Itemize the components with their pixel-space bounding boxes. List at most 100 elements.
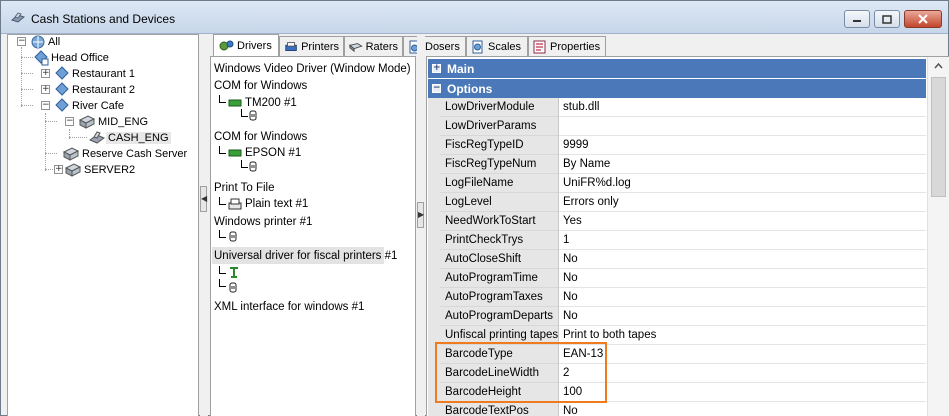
property-name: AutoProgramTime bbox=[440, 269, 559, 288]
driver-item-com-windows-1[interactable]: COM for Windows bbox=[214, 77, 307, 94]
device-item-tm200[interactable]: TM200 #1 bbox=[228, 95, 297, 111]
server-icon bbox=[64, 163, 82, 177]
tab-printers[interactable]: Printers bbox=[279, 36, 344, 56]
row-gutter bbox=[428, 117, 440, 136]
section-header-main[interactable]: + Main bbox=[428, 59, 926, 78]
tree-connector bbox=[219, 279, 226, 287]
expand-toggle[interactable]: + bbox=[54, 165, 63, 174]
driver-item-universal-fiscal[interactable]: Universal driver for fiscal printers #1 bbox=[212, 247, 397, 264]
tree-item-river-cafe[interactable]: River Cafe bbox=[54, 98, 126, 114]
property-row[interactable]: LowDriverModule stub.dll bbox=[428, 98, 926, 117]
device-item-plain-text[interactable]: Plain text #1 bbox=[228, 196, 308, 212]
property-value[interactable]: No bbox=[559, 250, 926, 269]
property-row[interactable]: NeedWorkToStart Yes bbox=[428, 212, 926, 231]
property-value[interactable]: 100 bbox=[559, 383, 926, 402]
scrollbar-thumb[interactable] bbox=[931, 77, 946, 197]
printer-icon bbox=[228, 198, 242, 209]
tree-item-reserve-cash-server[interactable]: Reserve Cash Server bbox=[62, 146, 189, 162]
collapse-toggle[interactable]: − bbox=[65, 117, 74, 126]
property-value[interactable]: By Name bbox=[559, 155, 926, 174]
property-value[interactable]: Errors only bbox=[559, 193, 926, 212]
collapse-icon[interactable]: − bbox=[432, 84, 441, 93]
tree-item-restaurant-2[interactable]: Restaurant 2 bbox=[54, 82, 137, 98]
tree-item-server2[interactable]: SERVER2 bbox=[64, 162, 137, 178]
minimize-button[interactable] bbox=[844, 10, 870, 28]
tree-connector bbox=[241, 109, 248, 117]
left-splitter[interactable]: ◀ bbox=[200, 34, 208, 416]
property-row[interactable]: AutoCloseShift No bbox=[428, 250, 926, 269]
collapse-toggle[interactable]: − bbox=[41, 101, 50, 110]
property-row[interactable]: FiscRegTypeID 9999 bbox=[428, 136, 926, 155]
collapse-toggle[interactable]: − bbox=[17, 37, 26, 46]
collapse-right-arrow-icon[interactable]: ▶ bbox=[417, 202, 424, 228]
tab-dosers[interactable]: Dosers bbox=[403, 36, 466, 56]
property-value[interactable]: EAN-13 bbox=[559, 345, 926, 364]
tab-raters[interactable]: Raters bbox=[344, 36, 403, 56]
port-icon bbox=[249, 161, 257, 172]
tab-strip: Drivers Printers Raters Dosers Scales Pr… bbox=[209, 34, 949, 56]
property-name: AutoProgramTaxes bbox=[440, 288, 559, 307]
property-row[interactable]: LogLevel Errors only bbox=[428, 193, 926, 212]
tab-drivers[interactable]: Drivers bbox=[213, 34, 279, 56]
tab-properties[interactable]: Properties bbox=[528, 36, 606, 56]
property-name: LowDriverModule bbox=[440, 98, 559, 117]
property-value[interactable]: Yes bbox=[559, 212, 926, 231]
property-name: BarcodeTextPos bbox=[440, 402, 559, 416]
expand-toggle[interactable]: + bbox=[41, 69, 50, 78]
property-row[interactable]: PrintCheckTrys 1 bbox=[428, 231, 926, 250]
property-row[interactable]: BarcodeTextPos No bbox=[428, 402, 926, 416]
row-gutter bbox=[428, 212, 440, 231]
property-row[interactable]: AutoProgramTime No bbox=[428, 269, 926, 288]
tree-item-cash-eng[interactable]: CASH_ENG bbox=[88, 130, 171, 146]
tree-item-all[interactable]: All bbox=[30, 34, 62, 50]
tree-connector bbox=[219, 197, 226, 205]
middle-splitter[interactable]: ▶ bbox=[417, 34, 425, 416]
property-value[interactable]: 9999 bbox=[559, 136, 926, 155]
row-gutter bbox=[428, 269, 440, 288]
property-value[interactable]: No bbox=[559, 288, 926, 307]
close-button[interactable] bbox=[904, 10, 942, 28]
expand-icon[interactable]: + bbox=[432, 64, 441, 73]
property-value[interactable] bbox=[559, 117, 926, 136]
drivers-panel[interactable]: Windows Video Driver (Window Mode) COM f… bbox=[210, 56, 416, 416]
driver-item-com-windows-2[interactable]: COM for Windows bbox=[214, 128, 307, 145]
property-value[interactable]: No bbox=[559, 307, 926, 326]
vertical-scrollbar[interactable] bbox=[927, 57, 949, 416]
property-name: LogFileName bbox=[440, 174, 559, 193]
property-value[interactable]: No bbox=[559, 402, 926, 416]
cash-register-icon bbox=[88, 131, 106, 144]
property-value[interactable]: Print to both tapes bbox=[559, 326, 926, 345]
collapse-left-arrow-icon[interactable]: ◀ bbox=[200, 186, 207, 212]
tree-item-restaurant-1[interactable]: Restaurant 1 bbox=[54, 66, 137, 82]
scroll-up-arrow-icon[interactable] bbox=[928, 57, 949, 75]
property-name: FiscRegTypeID bbox=[440, 136, 559, 155]
property-name: AutoProgramDeparts bbox=[440, 307, 559, 326]
property-row[interactable]: FiscRegTypeNum By Name bbox=[428, 155, 926, 174]
driver-item-xml-interface[interactable]: XML interface for windows #1 bbox=[214, 298, 364, 315]
maximize-button[interactable] bbox=[874, 10, 900, 28]
property-value[interactable]: 2 bbox=[559, 364, 926, 383]
tree-item-head-office[interactable]: Head Office bbox=[33, 50, 111, 66]
station-tree[interactable]: − All Head Office + Restaurant 1 + Resta… bbox=[7, 34, 199, 416]
property-value[interactable]: 1 bbox=[559, 231, 926, 250]
minimize-icon bbox=[853, 20, 861, 22]
device-item-epson[interactable]: EPSON #1 bbox=[228, 145, 301, 161]
printer-icon bbox=[285, 41, 297, 51]
properties-grid[interactable]: + Main − Options LowDriverModule stub.dll… bbox=[426, 56, 949, 416]
property-row[interactable]: LogFileName UniFR%d.log bbox=[428, 174, 926, 193]
expand-toggle[interactable]: + bbox=[41, 85, 50, 94]
tree-item-mid-eng[interactable]: MID_ENG bbox=[78, 114, 150, 130]
property-row[interactable]: AutoProgramTaxes No bbox=[428, 288, 926, 307]
driver-item-windows-printer[interactable]: Windows printer #1 bbox=[214, 213, 312, 230]
tab-scales[interactable]: Scales bbox=[466, 36, 528, 56]
property-value[interactable]: UniFR%d.log bbox=[559, 174, 926, 193]
section-header-options[interactable]: − Options bbox=[428, 79, 926, 98]
driver-item-windows-video[interactable]: Windows Video Driver (Window Mode) bbox=[214, 60, 411, 77]
tree-line bbox=[21, 57, 33, 58]
tree-line bbox=[45, 153, 57, 154]
property-value[interactable]: stub.dll bbox=[559, 98, 926, 117]
property-row[interactable]: LowDriverParams bbox=[428, 117, 926, 136]
property-row[interactable]: AutoProgramDeparts No bbox=[428, 307, 926, 326]
driver-item-print-to-file[interactable]: Print To File bbox=[214, 179, 275, 196]
property-value[interactable]: No bbox=[559, 269, 926, 288]
